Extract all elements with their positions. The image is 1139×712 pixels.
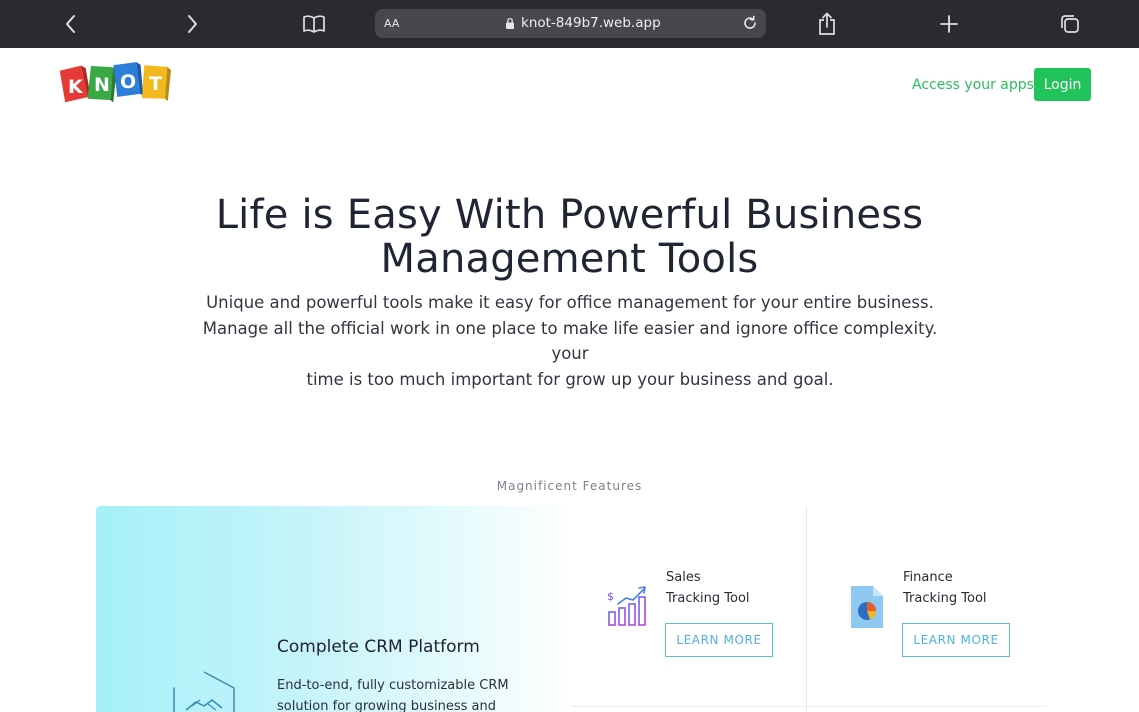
new-tab-icon[interactable] xyxy=(937,12,961,36)
address-bar[interactable]: AA knot-849b7.web.app xyxy=(375,9,766,38)
hero-subtitle-line: time is too much important for grow up y… xyxy=(306,369,834,389)
finance-report-icon xyxy=(849,584,885,635)
feature-divider xyxy=(571,706,1046,707)
finance-learn-more-button[interactable]: LEARN MORE xyxy=(902,623,1010,657)
tool-title-line: Sales xyxy=(666,570,701,585)
hero-title-line: Management Tools xyxy=(380,236,759,282)
hero-subtitle-line: Manage all the official work in one plac… xyxy=(202,318,938,364)
handshake-icon xyxy=(170,670,238,712)
logo-letter-t: T xyxy=(149,73,162,95)
forward-icon[interactable] xyxy=(180,12,204,36)
hero-title: Life is Easy With Powerful Business Mana… xyxy=(0,193,1139,281)
crm-title: Complete CRM Platform xyxy=(277,637,480,657)
tool-title-line: Finance xyxy=(903,570,953,585)
tool-title-line: Tracking Tool xyxy=(903,591,987,606)
browser-toolbar: AA knot-849b7.web.app xyxy=(0,0,1139,48)
sales-chart-icon: $ xyxy=(606,584,652,633)
crm-description: End-to-end, fully customizable CRM solut… xyxy=(277,675,527,712)
bookmarks-icon[interactable] xyxy=(302,12,326,36)
url-text: knot-849b7.web.app xyxy=(521,15,661,31)
sales-learn-more-button[interactable]: LEARN MORE xyxy=(665,623,773,657)
access-apps-link[interactable]: Access your apps xyxy=(912,77,1034,93)
logo-letter-o: O xyxy=(120,71,136,93)
login-button[interactable]: Login xyxy=(1034,68,1091,101)
features-section-label: Magnificent Features xyxy=(496,479,643,493)
crm-description-line: solution for growing business and xyxy=(277,699,497,712)
logo-letter-k: K xyxy=(68,76,84,98)
share-icon[interactable] xyxy=(815,12,839,36)
feature-divider xyxy=(806,506,807,712)
hero-subtitle-line: Unique and powerful tools make it easy f… xyxy=(206,293,934,312)
tool-title-line: Tracking Tool xyxy=(666,591,750,606)
tabs-overview-icon[interactable] xyxy=(1058,12,1082,36)
text-size-button[interactable]: AA xyxy=(384,17,399,30)
lock-icon xyxy=(505,17,515,35)
sales-tool-title: Sales Tracking Tool xyxy=(666,567,750,609)
finance-tool-title: Finance Tracking Tool xyxy=(903,567,987,609)
logo-letter-n: N xyxy=(94,74,110,96)
knot-logo[interactable]: K N O T xyxy=(58,61,174,107)
back-icon[interactable] xyxy=(59,12,83,36)
crm-description-line: End-to-end, fully customizable CRM xyxy=(277,678,509,693)
reload-icon[interactable] xyxy=(740,13,760,33)
hero-subtitle: Unique and powerful tools make it easy f… xyxy=(190,290,950,392)
svg-text:$: $ xyxy=(607,590,614,603)
hero-title-line: Life is Easy With Powerful Business xyxy=(215,192,924,238)
